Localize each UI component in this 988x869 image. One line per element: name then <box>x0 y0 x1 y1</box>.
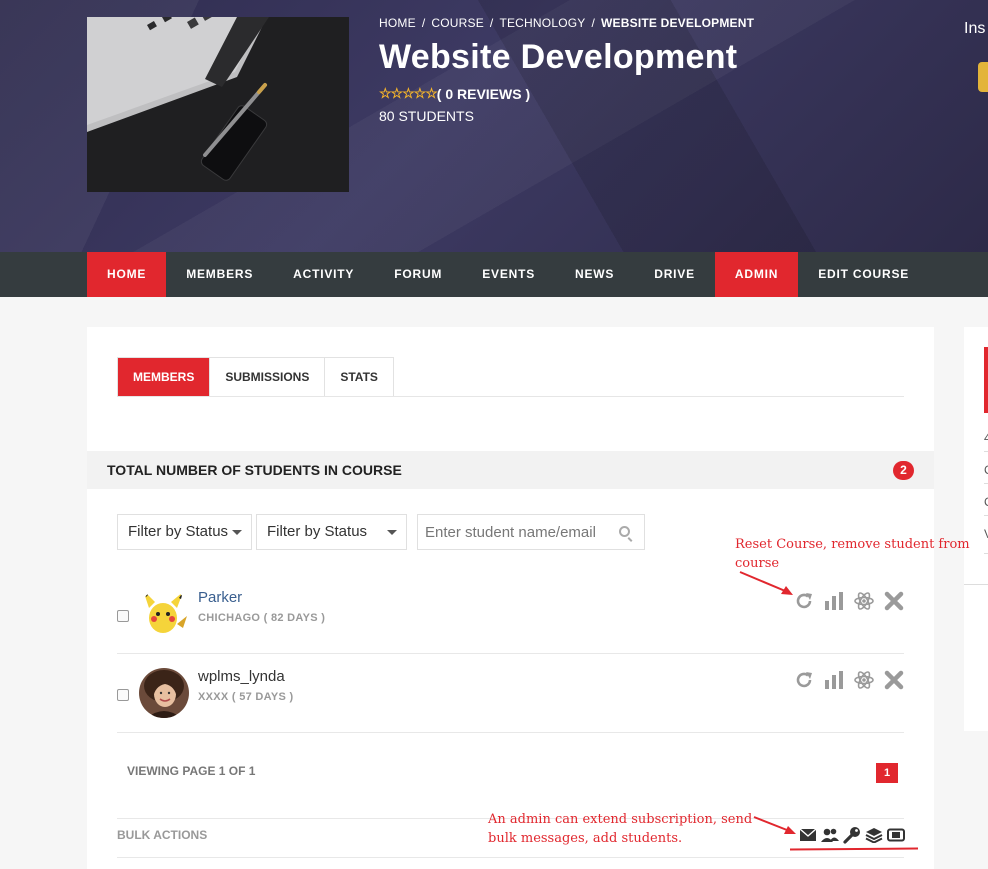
side-divider <box>984 483 988 484</box>
instructor-label: Ins <box>964 20 986 37</box>
remove-student-icon[interactable] <box>884 591 904 611</box>
breadcrumb-course[interactable]: COURSE <box>431 16 484 30</box>
nav-activity[interactable]: ACTIVITY <box>273 252 374 297</box>
bulk-actions-label: BULK ACTIONS <box>117 828 208 842</box>
key-icon[interactable] <box>843 826 861 844</box>
stats-icon[interactable] <box>824 591 844 611</box>
nav-admin[interactable]: ADMIN <box>714 252 799 297</box>
reviews-count[interactable]: ( 0 REVIEWS ) <box>437 86 530 102</box>
status-filter-1[interactable]: Filter by Status <box>117 514 252 550</box>
side-item: C <box>984 463 988 477</box>
student-checkbox[interactable] <box>117 610 129 622</box>
caret-down-icon <box>387 530 397 535</box>
admin-panel: MEMBERS SUBMISSIONS STATS TOTAL NUMBER O… <box>87 327 934 869</box>
avatar[interactable] <box>139 668 189 718</box>
pagination-label: VIEWING PAGE 1 OF 1 <box>127 764 256 778</box>
nav-members[interactable]: MEMBERS <box>166 252 273 297</box>
student-count-badge: 2 <box>893 461 914 480</box>
atom-icon[interactable] <box>854 670 874 690</box>
student-name[interactable]: Parker <box>198 589 242 606</box>
reset-course-icon[interactable] <box>794 591 814 611</box>
pagination-page[interactable]: 1 <box>876 763 898 783</box>
student-checkbox[interactable] <box>117 689 129 701</box>
breadcrumb-separator: / <box>421 16 426 30</box>
bulk-divider <box>117 857 904 858</box>
row-divider <box>117 732 904 733</box>
breadcrumb-separator: / <box>591 16 596 30</box>
status-filter-2[interactable]: Filter by Status <box>256 514 407 550</box>
students-count: 80 STUDENTS <box>379 108 474 124</box>
tab-submissions[interactable]: SUBMISSIONS <box>210 358 326 396</box>
users-icon[interactable] <box>821 826 839 844</box>
student-row: wplms_lynda XXXX ( 57 DAYS ) <box>117 654 904 733</box>
avatar[interactable] <box>139 588 189 638</box>
status-filter-2-value: Filter by Status <box>267 523 368 540</box>
breadcrumb: HOME / COURSE / TECHNOLOGY / WEBSITE DEVELOPME… <box>379 16 754 30</box>
breadcrumb-home[interactable]: HOME <box>379 16 416 30</box>
annotation-admin: An admin can extend subscription, send b… <box>488 810 752 848</box>
tab-stats[interactable]: STATS <box>325 358 393 396</box>
course-hero: HOME / COURSE / TECHNOLOGY / WEBSITE DEVELOPME… <box>0 0 988 252</box>
student-meta: XXXX ( 57 DAYS ) <box>198 691 294 703</box>
side-accent <box>984 347 988 413</box>
tabs-divider <box>117 396 904 397</box>
side-item: V <box>984 527 988 541</box>
student-name[interactable]: wplms_lynda <box>198 668 285 685</box>
student-actions <box>794 670 904 690</box>
layers-icon[interactable] <box>865 826 883 844</box>
annotation-reset-line1: Reset Course, remove student from <box>735 537 970 552</box>
nav-news[interactable]: NEWS <box>555 252 634 297</box>
nav-edit-course[interactable]: EDIT COURSE <box>798 252 929 297</box>
course-nav: HOME MEMBERS ACTIVITY FORUM EVENTS NEWS … <box>0 252 988 297</box>
annotation-admin-line2: bulk messages, add students. <box>488 831 683 846</box>
tab-members[interactable]: MEMBERS <box>118 358 211 396</box>
annotation-admin-line1: An admin can extend subscription, send <box>488 812 753 827</box>
star-rating-icon: ☆☆☆☆☆ <box>379 85 438 101</box>
student-count-title: TOTAL NUMBER OF STUDENTS IN COURSE <box>107 462 402 478</box>
stats-icon[interactable] <box>824 670 844 690</box>
student-meta: CHICHAGO ( 82 DAYS ) <box>198 612 326 624</box>
breadcrumb-category[interactable]: TECHNOLOGY <box>499 16 585 30</box>
reset-course-icon[interactable] <box>794 670 814 690</box>
side-divider <box>984 553 988 554</box>
search-icon[interactable] <box>619 526 630 537</box>
student-search-input[interactable] <box>418 515 608 549</box>
instructor-icon <box>978 62 988 92</box>
course-info: HOME / COURSE / TECHNOLOGY / WEBSITE DEVELOPME… <box>379 16 754 124</box>
nav-forum[interactable]: FORUM <box>374 252 462 297</box>
ticket-icon[interactable] <box>887 826 905 844</box>
annotation-arrow-icon <box>739 571 793 595</box>
nav-events[interactable]: EVENTS <box>462 252 555 297</box>
breadcrumb-current: WEBSITE DEVELOPMENT <box>601 16 755 30</box>
remove-student-icon[interactable] <box>884 670 904 690</box>
status-filter-1-value: Filter by Status <box>128 523 229 540</box>
bulk-actions <box>799 826 905 844</box>
annotation-arrow-icon <box>753 816 796 834</box>
side-item: 4 <box>984 431 988 445</box>
nav-drive[interactable]: DRIVE <box>634 252 715 297</box>
side-item: C <box>984 495 988 509</box>
envelope-icon[interactable] <box>799 826 817 844</box>
student-actions <box>794 591 904 611</box>
course-rating: ☆☆☆☆☆ ( 0 REVIEWS ) <box>379 85 754 102</box>
course-thumbnail <box>87 17 349 192</box>
side-divider <box>984 515 988 516</box>
admin-tabs: MEMBERS SUBMISSIONS STATS <box>117 357 394 397</box>
student-search <box>417 514 645 550</box>
side-divider <box>964 584 988 585</box>
course-title: Website Development <box>379 38 738 76</box>
breadcrumb-separator: / <box>489 16 494 30</box>
atom-icon[interactable] <box>854 591 874 611</box>
caret-down-icon <box>232 530 242 535</box>
nav-home[interactable]: HOME <box>87 252 167 297</box>
student-count-bar: TOTAL NUMBER OF STUDENTS IN COURSE 2 <box>87 451 934 489</box>
side-divider <box>984 451 988 452</box>
